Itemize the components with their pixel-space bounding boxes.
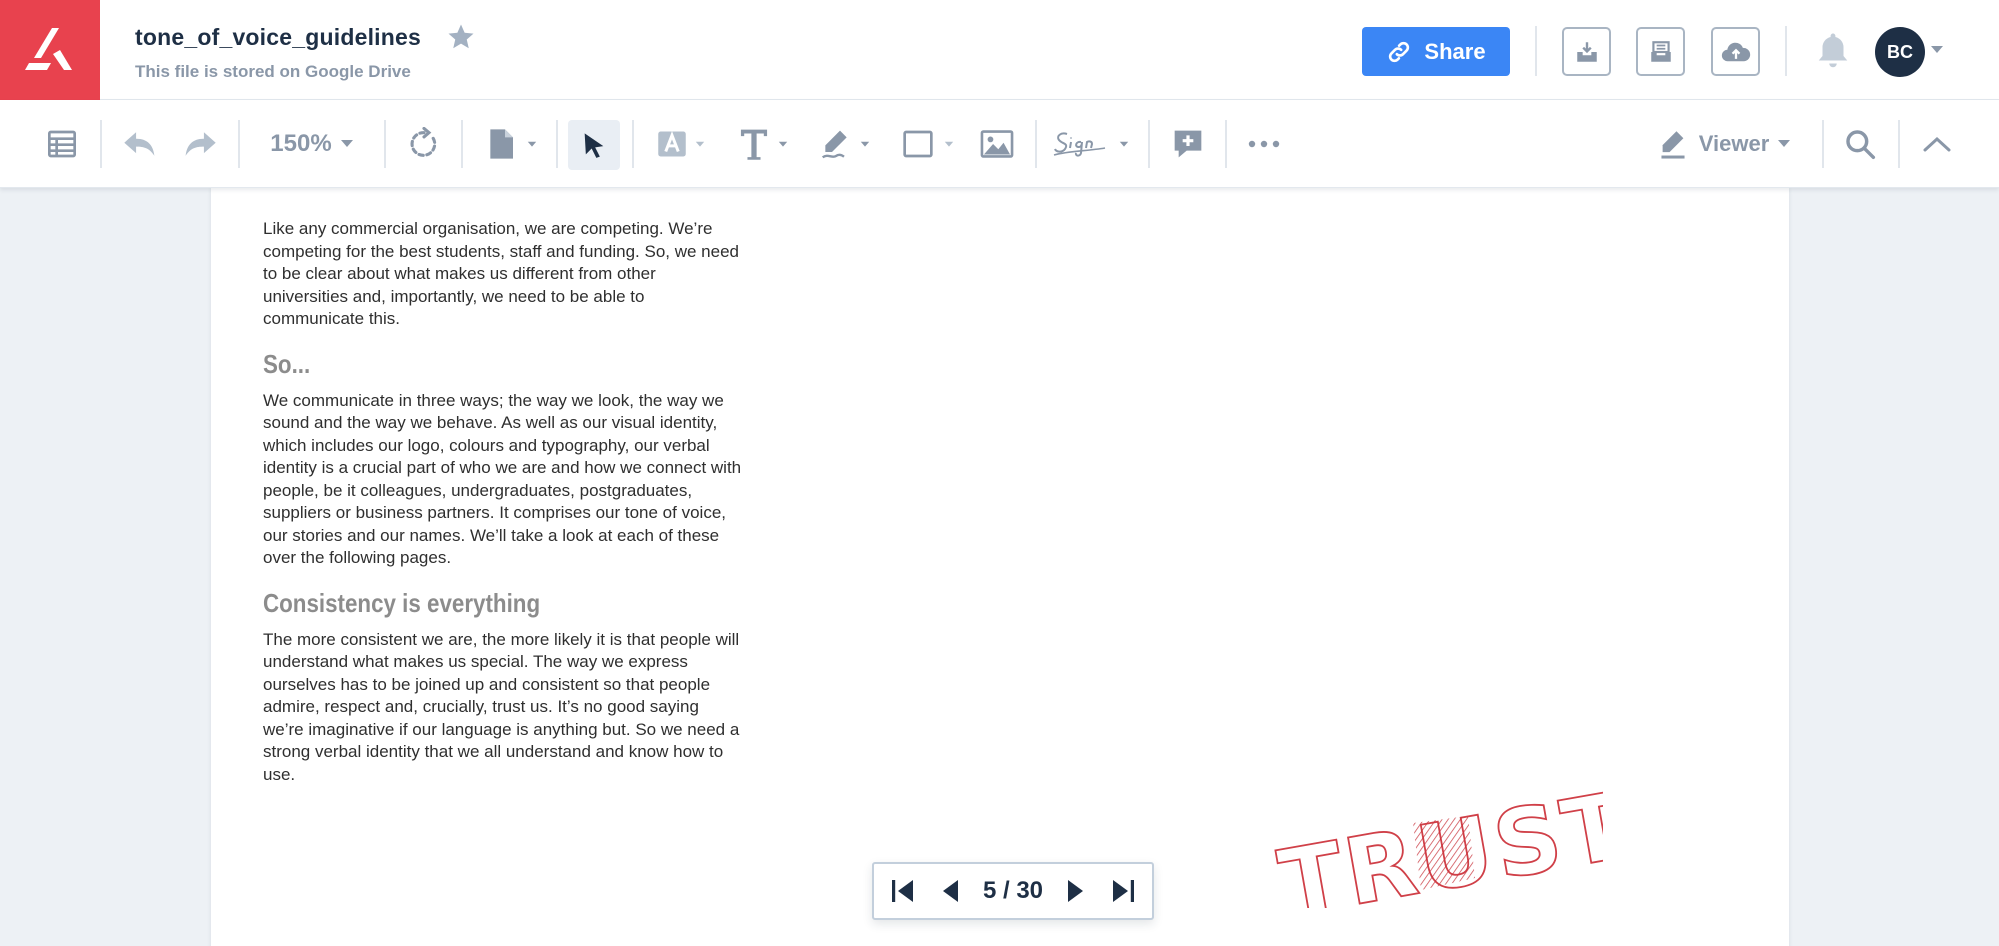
header-divider [1535,26,1537,76]
draw-tool-button[interactable] [815,121,875,167]
document-page: Like any commercial organisation, we are… [211,188,1789,946]
app-logo[interactable] [0,0,100,100]
share-button[interactable]: Share [1362,27,1510,76]
cloud-upload-button[interactable] [1711,27,1760,76]
image-icon [980,130,1014,158]
rotate-button[interactable] [402,121,446,167]
tray-download-icon [1576,41,1597,62]
toolbar-divider [461,120,463,168]
toolbar-divider [1898,120,1900,168]
toolbar-divider [556,120,558,168]
share-label: Share [1424,38,1486,64]
page-text-column: Like any commercial organisation, we are… [263,218,743,786]
toolbar-divider [238,120,240,168]
redo-icon [185,132,216,156]
page-icon [490,129,513,159]
paragraph-communicate: We communicate in three ways; the way we… [263,390,742,568]
logo-icon [25,28,72,70]
caret-down-icon [944,141,954,147]
chevron-down-icon[interactable] [1930,45,1944,55]
previous-page-button[interactable] [935,873,965,909]
more-button[interactable] [1242,121,1286,167]
inbox-icon [1650,40,1671,62]
mode-label: Viewer [1698,131,1770,156]
caret-down-icon [527,141,537,147]
file-storage-info: This file is stored on Google Drive [135,62,411,81]
collapse-toolbar-button[interactable] [1915,121,1959,167]
inbox-button[interactable] [1636,27,1685,76]
search-button[interactable] [1838,121,1882,167]
add-comment-button[interactable] [1166,121,1210,167]
text-highlight-icon [658,131,686,157]
shape-icon [903,130,933,158]
caret-down-icon [778,141,788,147]
previous-page-icon [943,880,959,902]
image-tool-button[interactable] [975,121,1019,167]
zoom-select[interactable]: 150% [262,121,362,167]
sidebar-icon [48,130,76,158]
chevron-up-icon [1923,136,1951,152]
zoom-label: 150% [270,130,332,157]
avatar[interactable]: BC [1875,27,1925,77]
signature-icon [1053,132,1106,157]
app-header: tone_of_voice_guidelines This file is st… [0,0,1999,100]
shape-tool-button[interactable] [898,121,958,167]
cloud-upload-icon [1721,42,1750,61]
link-icon [1389,41,1410,62]
last-page-button[interactable] [1108,873,1138,909]
caret-down-icon [695,141,705,147]
toolbar-divider [384,120,386,168]
page-counter: 5 / 30 [982,877,1044,904]
sidebar-toggle-button[interactable] [40,121,84,167]
redo-button[interactable] [178,121,222,167]
heading-consistency: Consistency is everything [263,587,541,618]
text-highlight-button[interactable] [651,121,711,167]
first-page-button[interactable] [888,873,918,909]
select-tool-button[interactable] [568,120,620,170]
page-navigator: 5 / 30 [872,862,1154,920]
caret-down-icon [1119,141,1129,147]
more-icon [1248,140,1280,148]
main-toolbar: 150% Viewer [0,100,1999,188]
last-page-icon [1112,880,1134,902]
undo-icon [124,132,155,156]
page-menu-button[interactable] [480,121,544,167]
paragraph-consistency: The more consistent we are, the more lik… [263,629,740,784]
pen-icon [821,130,847,159]
header-divider [1785,26,1787,76]
undo-button[interactable] [118,121,162,167]
toolbar-divider [100,120,102,168]
caret-down-icon [1778,140,1791,147]
rotate-icon [410,127,437,157]
next-page-icon [1067,880,1083,902]
star-icon[interactable] [446,22,476,52]
file-title: tone_of_voice_guidelines [135,24,421,50]
pencil-icon [1661,131,1685,159]
text-icon [740,129,768,160]
download-button[interactable] [1562,27,1611,76]
first-page-icon [892,880,913,902]
toolbar-divider [1225,120,1227,168]
add-comment-icon [1174,130,1202,158]
caret-down-icon [340,140,353,147]
search-icon [1846,130,1876,160]
heading-so: So... [263,348,311,379]
paragraph-intro: Like any commercial organisation, we are… [263,219,739,328]
text-tool-button[interactable] [733,121,793,167]
document-viewport[interactable]: Like any commercial organisation, we are… [0,188,1999,946]
signature-tool-button[interactable] [1050,121,1132,167]
trust-illustration: TRUST [1271,778,1603,908]
caret-down-icon [860,141,870,147]
mode-select[interactable]: Viewer [1650,121,1800,167]
toolbar-divider [1148,120,1150,168]
next-page-button[interactable] [1061,873,1091,909]
toolbar-divider [1035,120,1037,168]
bell-icon[interactable] [1815,30,1851,70]
toolbar-divider [1822,120,1824,168]
select-arrow-icon [584,133,604,158]
toolbar-divider [632,120,634,168]
